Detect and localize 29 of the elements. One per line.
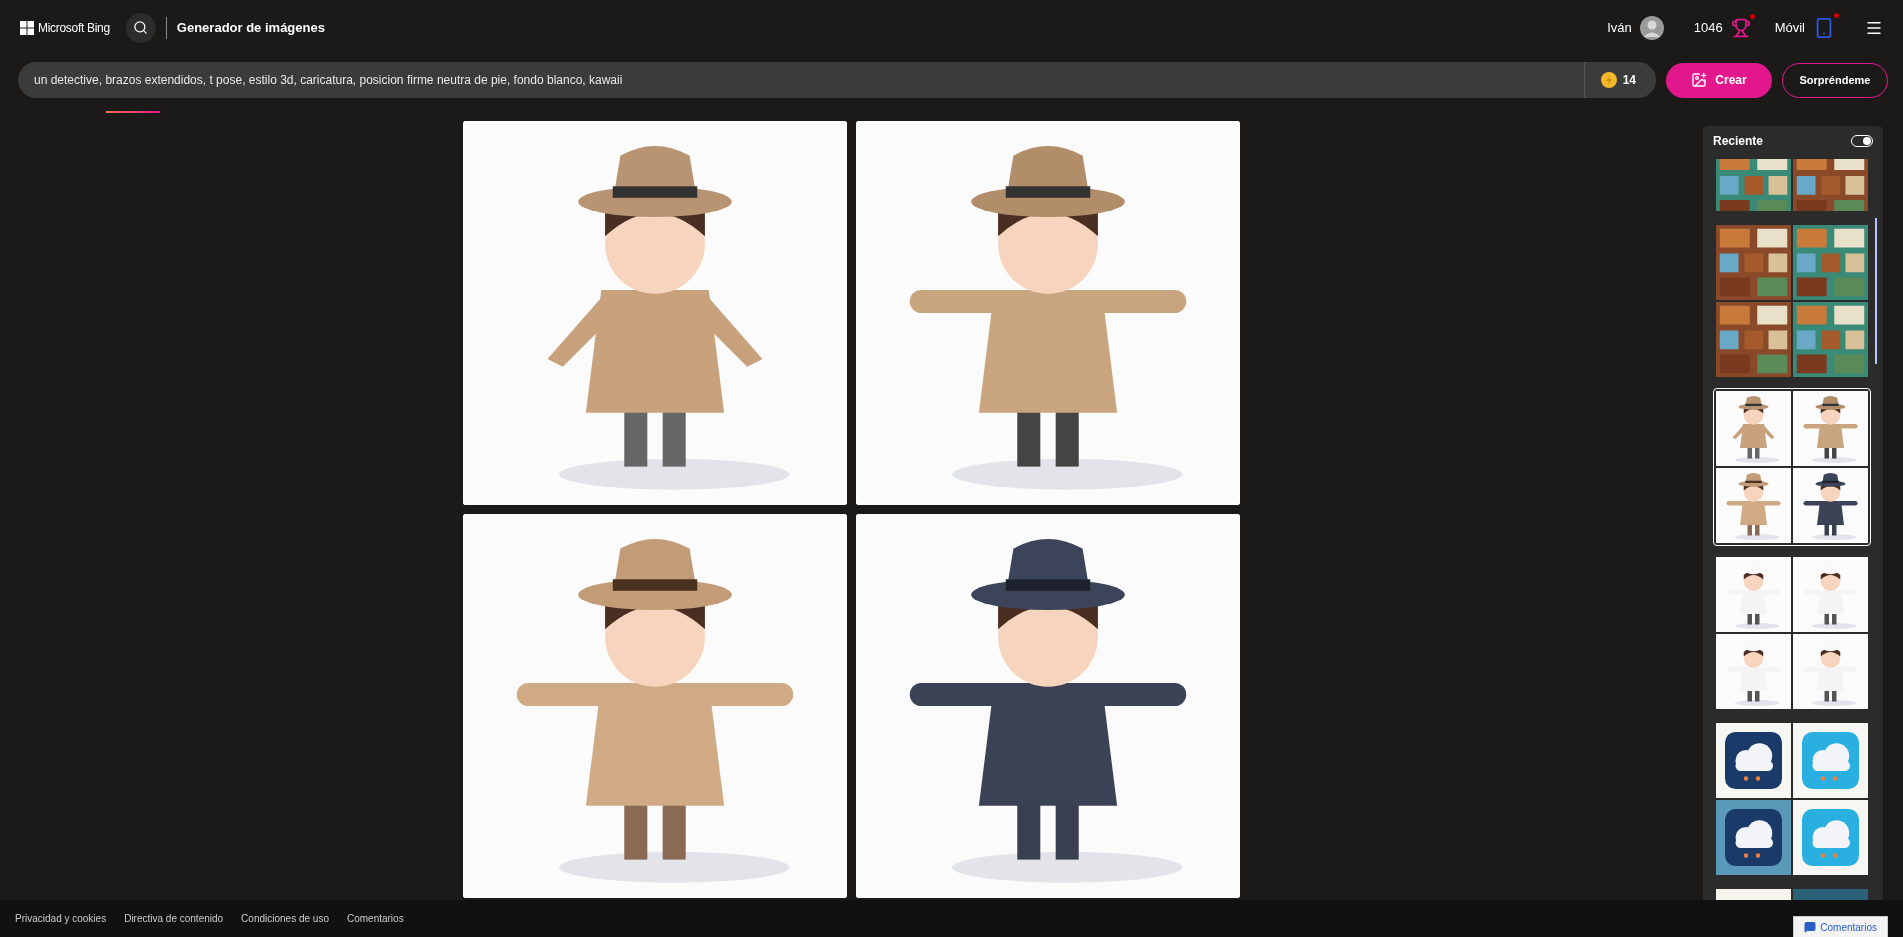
- windows-logo-icon: [20, 20, 34, 35]
- prompt-field[interactable]: un detective, brazos extendidos, t pose, estilo 3d, caricatura, posicion firme neutra de pie, fondo blanco, kawaii: [18, 62, 1584, 98]
- tab-indicator: [106, 111, 160, 113]
- footer-link[interactable]: Comentarios: [346, 913, 404, 924]
- footer-link[interactable]: Privacidad y cookies: [15, 913, 107, 924]
- search-button[interactable]: [125, 12, 156, 43]
- create-button[interactable]: Crear: [1666, 62, 1772, 98]
- trophy-icon[interactable]: [1730, 17, 1751, 38]
- chat-icon: [1804, 921, 1817, 933]
- sidebar-title: Reciente: [1713, 134, 1764, 148]
- avatar[interactable]: [1639, 15, 1664, 40]
- image-set[interactable]: [1713, 720, 1871, 878]
- image-plus-icon: [1691, 72, 1708, 88]
- brand-name[interactable]: Microsoft Bing: [38, 20, 110, 35]
- footer-link[interactable]: Condiciones de uso: [241, 913, 329, 924]
- search-icon: [133, 20, 149, 35]
- user-name[interactable]: Iván: [1607, 20, 1632, 35]
- image-set[interactable]: [1713, 388, 1871, 546]
- mobile-label[interactable]: Móvil: [1774, 20, 1805, 35]
- feedback-button[interactable]: Comentarios: [1793, 916, 1888, 937]
- image-set[interactable]: [1713, 156, 1871, 214]
- footer-link[interactable]: Directiva de contenido: [124, 913, 224, 924]
- image-set[interactable]: [1713, 222, 1871, 380]
- image-set[interactable]: [1713, 554, 1871, 712]
- points-count[interactable]: 1046: [1693, 20, 1723, 35]
- coin-icon: [1600, 72, 1617, 88]
- toggle-switch[interactable]: [1851, 135, 1873, 147]
- coin-count: 14: [1622, 73, 1636, 87]
- page-title: Generador de imágenes: [176, 20, 325, 35]
